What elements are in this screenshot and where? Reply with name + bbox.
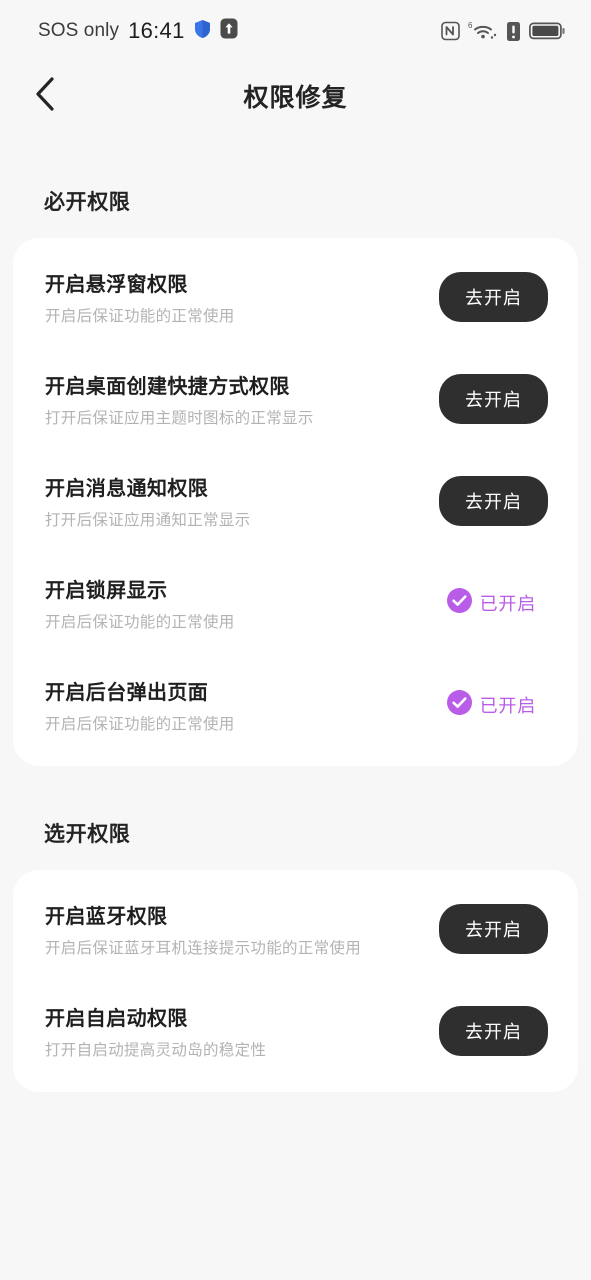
- row-subtitle: 开启后保证功能的正常使用: [45, 716, 235, 733]
- go-enable-button[interactable]: 去开启: [439, 476, 548, 526]
- status-enabled-label: 已开启: [479, 594, 536, 614]
- row-texts: 开启自启动权限 打开自启动提高灵动岛的稳定性: [45, 1002, 266, 1060]
- status-enabled-label: 已开启: [479, 696, 536, 716]
- battery-icon: [529, 21, 565, 41]
- row-action: 去开启: [439, 476, 548, 526]
- row-texts: 开启桌面创建快捷方式权限 打开后保证应用主题时图标的正常显示: [45, 370, 314, 428]
- shield-icon: [194, 19, 211, 44]
- section-header: 选开权限: [44, 823, 131, 846]
- status-bar-right: 6: [441, 20, 565, 42]
- row-action: 去开启: [439, 374, 548, 424]
- permission-row[interactable]: 开启消息通知权限 打开后保证应用通知正常显示 去开启: [13, 450, 578, 552]
- row-title: 开启锁屏显示: [45, 580, 168, 602]
- row-texts: 开启蓝牙权限 开启后保证蓝牙耳机连接提示功能的正常使用: [45, 900, 361, 958]
- section-header: 必开权限: [44, 191, 131, 214]
- permission-row[interactable]: 开启桌面创建快捷方式权限 打开后保证应用主题时图标的正常显示 去开启: [13, 348, 578, 450]
- row-title: 开启后台弹出页面: [45, 682, 209, 704]
- clock-label: 16:41: [128, 18, 185, 43]
- nfc-icon: [441, 21, 460, 41]
- row-action: 去开启: [439, 1006, 548, 1056]
- permission-row[interactable]: 开启自启动权限 打开自启动提高灵动岛的稳定性 去开启: [13, 980, 578, 1082]
- row-texts: 开启悬浮窗权限 开启后保证功能的正常使用: [45, 268, 235, 326]
- carrier-label: SOS only: [38, 20, 120, 41]
- permission-card: 开启悬浮窗权限 开启后保证功能的正常使用 去开启 开启桌面创建快捷方式权限 打开…: [13, 238, 578, 766]
- permission-row[interactable]: 开启锁屏显示 开启后保证功能的正常使用 已开启: [13, 552, 578, 654]
- permission-card: 开启蓝牙权限 开启后保证蓝牙耳机连接提示功能的正常使用 去开启 开启自启动权限 …: [13, 870, 578, 1092]
- row-action: 已开启: [446, 588, 548, 618]
- go-enable-button[interactable]: 去开启: [439, 374, 548, 424]
- page-title: 权限修复: [243, 84, 348, 112]
- row-subtitle: 打开自启动提高灵动岛的稳定性: [45, 1042, 267, 1059]
- check-circle-icon: [446, 690, 472, 720]
- section-optional-permissions: 选开权限 开启蓝牙权限 开启后保证蓝牙耳机连接提示功能的正常使用 去开启 开启自…: [0, 766, 591, 1092]
- row-title: 开启消息通知权限: [45, 478, 209, 500]
- row-subtitle: 开启后保证功能的正常使用: [45, 308, 235, 325]
- status-badge-enabled: 已开启: [446, 690, 548, 720]
- permission-row[interactable]: 开启蓝牙权限 开启后保证蓝牙耳机连接提示功能的正常使用 去开启: [13, 878, 578, 980]
- app-screen: SOS only 16:41 6 权限修复 必开权限 开启悬浮窗权限 开启后保证…: [0, 0, 591, 1280]
- nav-bar: 权限修复: [0, 62, 591, 130]
- sim-alert-icon: [506, 21, 521, 42]
- row-action: 去开启: [439, 904, 548, 954]
- row-subtitle: 开启后保证蓝牙耳机连接提示功能的正常使用: [45, 940, 362, 957]
- row-texts: 开启消息通知权限 打开后保证应用通知正常显示: [45, 472, 250, 530]
- chevron-left-icon: [34, 76, 56, 117]
- permission-row[interactable]: 开启后台弹出页面 开启后保证功能的正常使用 已开启: [13, 654, 578, 756]
- go-enable-button[interactable]: 去开启: [439, 272, 548, 322]
- row-texts: 开启后台弹出页面 开启后保证功能的正常使用: [45, 676, 235, 734]
- section-required-permissions: 必开权限 开启悬浮窗权限 开启后保证功能的正常使用 去开启 开启桌面创建快捷方式…: [0, 130, 591, 766]
- row-texts: 开启锁屏显示 开启后保证功能的正常使用: [45, 574, 235, 632]
- row-title: 开启自启动权限: [45, 1008, 188, 1030]
- go-enable-button[interactable]: 去开启: [439, 904, 548, 954]
- status-badge-enabled: 已开启: [446, 588, 548, 618]
- vpn-arrow-icon: [220, 18, 238, 44]
- row-action: 已开启: [446, 690, 548, 720]
- row-subtitle: 开启后保证功能的正常使用: [45, 614, 235, 631]
- row-subtitle: 打开后保证应用通知正常显示: [45, 512, 251, 529]
- permission-row[interactable]: 开启悬浮窗权限 开启后保证功能的正常使用 去开启: [13, 246, 578, 348]
- status-bar: SOS only 16:41 6: [0, 0, 591, 62]
- row-title: 开启悬浮窗权限: [45, 274, 188, 296]
- row-subtitle: 打开后保证应用主题时图标的正常显示: [45, 410, 314, 427]
- row-title: 开启桌面创建快捷方式权限: [45, 376, 290, 398]
- wifi-6-icon: 6: [468, 20, 498, 42]
- row-title: 开启蓝牙权限: [45, 906, 168, 928]
- status-bar-left: SOS only 16:41: [38, 18, 238, 44]
- go-enable-button[interactable]: 去开启: [439, 1006, 548, 1056]
- check-circle-icon: [446, 588, 472, 618]
- back-button[interactable]: [22, 73, 68, 119]
- svg-text:6: 6: [468, 21, 473, 30]
- row-action: 去开启: [439, 272, 548, 322]
